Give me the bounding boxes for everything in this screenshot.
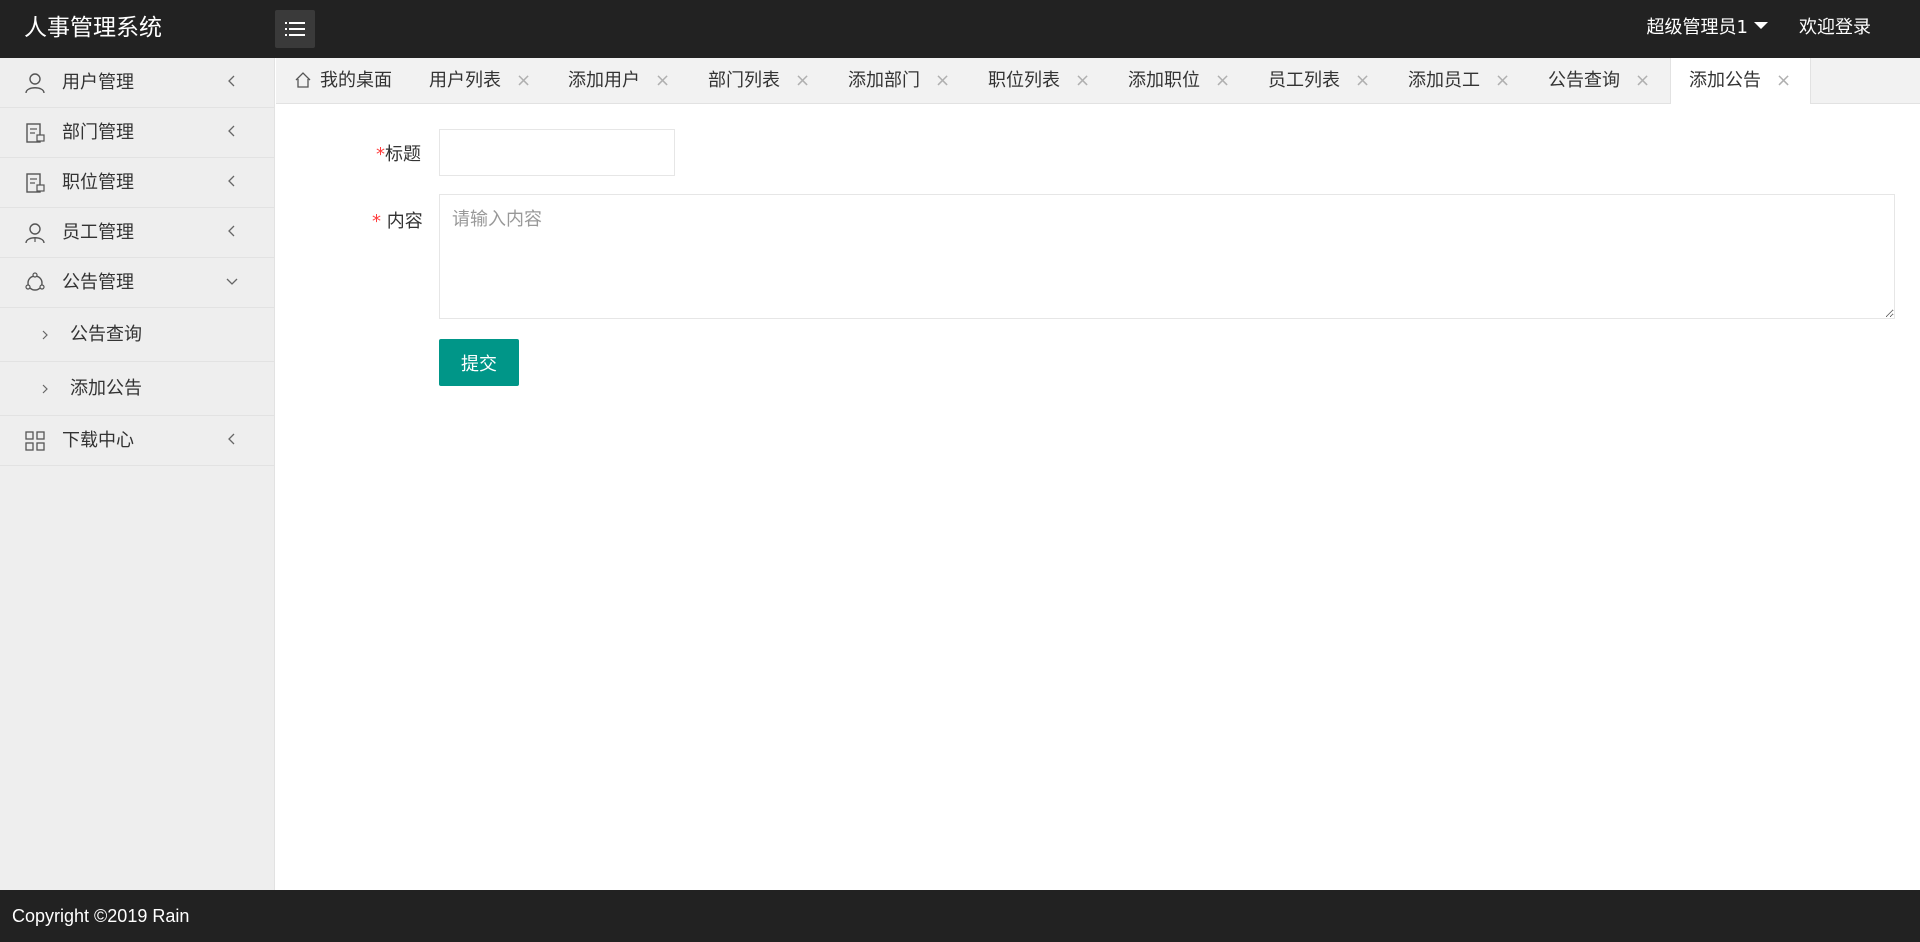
chevron-left-icon: [228, 75, 235, 87]
tab-label: 添加职位: [1128, 70, 1200, 91]
tab-notice-query[interactable]: 公告查询 ×: [1548, 58, 1650, 103]
tab-position-list[interactable]: 职位列表 ×: [988, 58, 1090, 103]
document-lock-icon: [26, 173, 45, 193]
title-input[interactable]: [439, 129, 675, 176]
sidebar-item-department-management[interactable]: 部门管理: [0, 108, 274, 158]
content-textarea[interactable]: [439, 194, 1895, 319]
app-title: 人事管理系统: [24, 15, 162, 41]
close-icon[interactable]: ×: [1075, 58, 1090, 103]
chevron-left-icon: [228, 125, 235, 137]
tab-staff-list[interactable]: 员工列表 ×: [1268, 58, 1370, 103]
tab-label: 用户列表: [429, 70, 501, 91]
top-header: 人事管理系统 超级管理员1 欢迎登录: [0, 0, 1920, 58]
chevron-right-icon: [42, 330, 48, 340]
close-icon[interactable]: ×: [1495, 58, 1510, 103]
sidebar-item-label: 员工管理: [62, 222, 134, 243]
tab-add-user[interactable]: 添加用户 ×: [568, 58, 670, 103]
sidebar-item-label: 公告管理: [62, 272, 134, 293]
tab-bar: 我的桌面 用户列表 × 添加用户 × 部门列表 × 添加部门 × 职位列表 × …: [276, 58, 1920, 104]
tab-user-list[interactable]: 用户列表 ×: [429, 58, 531, 103]
sidebar-item-user-management[interactable]: 用户管理: [0, 58, 274, 108]
submit-button[interactable]: 提交: [439, 339, 519, 386]
grid-icon: [25, 431, 45, 451]
chevron-left-icon: [228, 433, 235, 445]
tab-add-position[interactable]: 添加职位 ×: [1128, 58, 1230, 103]
sidebar-item-staff-management[interactable]: 员工管理: [0, 208, 274, 258]
close-icon[interactable]: ×: [1776, 58, 1791, 103]
tab-label: 添加员工: [1408, 70, 1480, 91]
tab-add-department[interactable]: 添加部门 ×: [848, 58, 950, 103]
chevron-left-icon: [228, 175, 235, 187]
chevron-right-icon: [42, 384, 48, 394]
tab-add-staff[interactable]: 添加员工 ×: [1408, 58, 1510, 103]
tab-label: 员工列表: [1268, 70, 1340, 91]
tab-my-desktop[interactable]: 我的桌面: [294, 58, 392, 103]
sidebar: 用户管理 部门管理 职位管理 员工管理 公告管理 公告查询 添加公告 下载中心: [0, 58, 275, 890]
required-mark: *: [372, 211, 381, 232]
title-label: *标题: [376, 144, 421, 165]
document-lock-icon: [26, 123, 45, 143]
sidebar-subitem-add-notice[interactable]: 添加公告: [0, 362, 274, 416]
sidebar-item-download-center[interactable]: 下载中心: [0, 416, 274, 466]
required-mark: *: [376, 144, 385, 165]
close-icon[interactable]: ×: [795, 58, 810, 103]
sidebar-subitem-label: 添加公告: [70, 378, 142, 399]
close-icon[interactable]: ×: [935, 58, 950, 103]
sidebar-subitem-label: 公告查询: [70, 324, 142, 345]
footer: Copyright ©2019 Rain: [0, 890, 1920, 942]
sidebar-item-label: 下载中心: [62, 430, 134, 451]
sidebar-item-label: 用户管理: [62, 72, 134, 93]
copyright-text: Copyright ©2019 Rain: [12, 906, 190, 926]
sidebar-item-label: 职位管理: [62, 172, 134, 193]
tab-label: 添加用户: [568, 70, 640, 91]
tab-label: 添加部门: [848, 70, 920, 91]
chevron-down-icon: [226, 278, 238, 285]
menu-list-icon: [285, 22, 305, 36]
tab-label: 我的桌面: [320, 70, 392, 91]
sidebar-item-label: 部门管理: [62, 122, 134, 143]
content-label: * 内容: [372, 211, 423, 232]
home-icon: [295, 72, 311, 88]
user-dropdown[interactable]: 超级管理员1: [1647, 0, 1768, 58]
welcome-link[interactable]: 欢迎登录: [1799, 0, 1871, 58]
tab-add-notice[interactable]: 添加公告 ×: [1670, 58, 1811, 104]
menu-toggle-button[interactable]: [275, 10, 315, 48]
chevron-left-icon: [228, 225, 235, 237]
sidebar-item-notice-management[interactable]: 公告管理: [0, 258, 274, 308]
close-icon[interactable]: ×: [1355, 58, 1370, 103]
close-icon[interactable]: ×: [655, 58, 670, 103]
circle-nodes-icon: [25, 272, 45, 291]
tab-label: 部门列表: [708, 70, 780, 91]
tab-label: 公告查询: [1548, 70, 1620, 91]
user-name: 超级管理员1: [1646, 17, 1748, 38]
caret-down-icon: [1754, 21, 1768, 29]
tab-label: 职位列表: [988, 70, 1060, 91]
tab-label: 添加公告: [1689, 70, 1761, 91]
sidebar-subitem-notice-query[interactable]: 公告查询: [0, 308, 274, 362]
staff-icon: [25, 223, 45, 244]
sidebar-item-position-management[interactable]: 职位管理: [0, 158, 274, 208]
close-icon[interactable]: ×: [516, 58, 531, 103]
close-icon[interactable]: ×: [1215, 58, 1230, 103]
user-icon: [25, 73, 45, 94]
close-icon[interactable]: ×: [1635, 58, 1650, 103]
tab-department-list[interactable]: 部门列表 ×: [708, 58, 810, 103]
